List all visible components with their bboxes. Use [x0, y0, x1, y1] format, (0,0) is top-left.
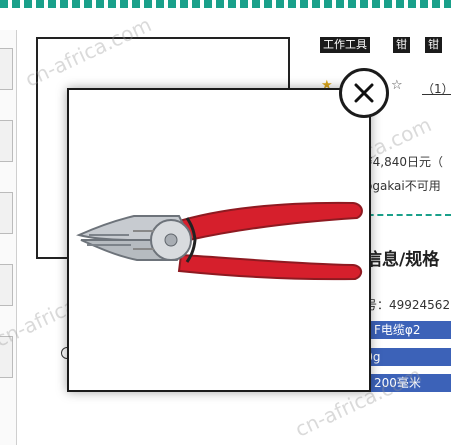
image-lightbox [67, 88, 371, 392]
close-icon [354, 83, 374, 103]
close-button[interactable] [339, 68, 389, 118]
spec-section-title: 信息/规格 [365, 250, 440, 270]
thumbnail-tab[interactable] [0, 120, 13, 162]
availability-note: ogakai不可用 [365, 179, 441, 193]
thumbnail-tab[interactable] [0, 192, 13, 234]
rating-count-link[interactable]: （1） [422, 80, 451, 97]
category-tag[interactable]: 钳 [425, 37, 442, 53]
rating-empty-star-icon: ☆ [391, 78, 403, 93]
product-image [76, 201, 363, 281]
spec-code: 号：49924562 [365, 298, 451, 312]
category-tag[interactable]: 工作工具 [320, 37, 370, 53]
thumbnail-tab[interactable] [0, 336, 13, 378]
category-tag[interactable]: 钳 [393, 37, 410, 53]
header-dashed-rule [0, 0, 451, 8]
thumbnail-tab[interactable] [0, 48, 13, 90]
left-thumbnail-rail [0, 30, 17, 445]
price-text: ¥4,840日元（ [365, 155, 443, 169]
pliers-image [76, 201, 363, 281]
thumbnail-tab[interactable] [0, 264, 13, 306]
